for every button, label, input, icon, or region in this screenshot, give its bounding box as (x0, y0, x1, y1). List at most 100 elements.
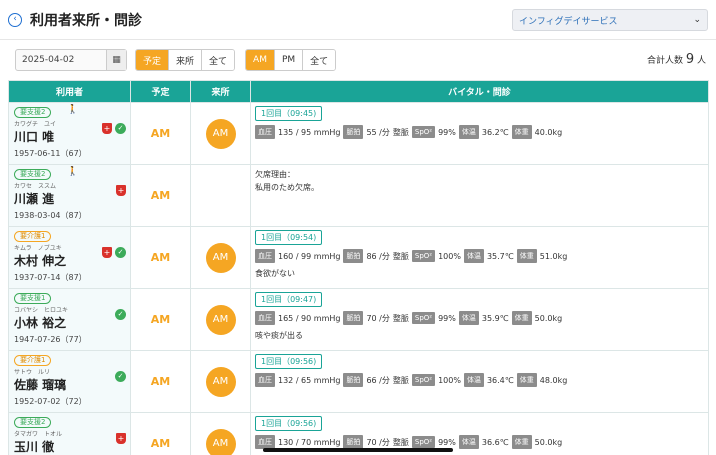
pulse-label: 脈拍 (343, 373, 364, 387)
user-name: 小林 裕之 (14, 316, 67, 330)
vital-cell[interactable]: 欠席理由： 私用のため欠席。 (250, 164, 709, 227)
visit-cell[interactable]: AM (190, 288, 251, 351)
filter-attended[interactable]: 来所 (168, 50, 202, 70)
total-number: 9 (685, 52, 695, 67)
care-level-badge: 要介護1 (14, 231, 52, 242)
pulse-value: 86 /分 (366, 251, 390, 261)
visit-am-button[interactable]: AM (205, 304, 236, 335)
user-cell[interactable]: 要支援2 🚶 カワセ ススム 川瀬 進 1938-03-04（87） + (8, 164, 131, 227)
temp-label: 体温 (458, 311, 479, 325)
visit-time[interactable]: 1回目（09:54) (255, 230, 323, 245)
vital-cell[interactable]: 1回目（09:45) 血圧 135 / 95 mmHg 脈拍 55 /分 整脈 SpO² 99… (250, 102, 709, 165)
rhythm-label: 整脈 (392, 437, 409, 447)
chevron-down-icon: ⌄ (693, 15, 701, 25)
weight-label: 体重 (516, 373, 537, 387)
care-level-badge: 要支援1 (14, 293, 52, 304)
filter-pm[interactable]: PM (273, 50, 303, 70)
visit-cell[interactable]: AM (190, 412, 251, 455)
vital-cell[interactable]: 1回目（09:56) 血圧 132 / 65 mmHg 脈拍 66 /分 整脈 SpO² 10… (250, 350, 709, 413)
user-kana: カワセ ススム (14, 183, 57, 190)
care-level-badge: 要支援2 (14, 417, 52, 428)
user-cell[interactable]: 要介護1 サトウ ルリ 佐藤 瑠璃 1952-07-02（72） ✓ (8, 350, 131, 413)
bp-value: 160 / 99 mmHg (278, 251, 341, 261)
calendar-icon[interactable]: ▦ (106, 50, 126, 70)
facility-select[interactable]: インフィグデイサービス ⌄ (512, 9, 708, 31)
weight-value: 40.0kg (534, 127, 563, 137)
status-filter: 予定 来所 全て (135, 49, 236, 71)
temp-value: 35.9℃ (481, 313, 509, 323)
spo2-value: 99% (438, 437, 456, 447)
table-row[interactable]: 要支援2 🚶 カワセ ススム 川瀬 進 1938-03-04（87） + AM 欠席理由： 私用… (8, 164, 709, 227)
col-user: 利用者 (8, 80, 131, 103)
medical-cross-icon: + (116, 433, 126, 444)
col-vital: バイタル・問診 (250, 80, 709, 103)
user-name: 佐藤 瑠璃 (14, 378, 67, 392)
rhythm-label: 整脈 (392, 313, 409, 323)
visit-cell[interactable]: AM (190, 226, 251, 289)
table-row[interactable]: 要支援1 コバヤシ ヒロユキ 小林 裕之 1947-07-26（77） ✓ AM AM 1回目… (8, 288, 709, 351)
visit-time[interactable]: 1回目（09:45) (255, 106, 323, 121)
page-title: 利用者来所・問診 (30, 12, 142, 29)
vital-line: 血圧 160 / 99 mmHg 脈拍 86 /分 整脈 SpO² 100% 体温 35.7℃ 体… (255, 249, 704, 263)
bp-value: 135 / 95 mmHg (278, 127, 341, 137)
plan-cell: AM (130, 412, 191, 455)
filter-scheduled[interactable]: 予定 (136, 50, 169, 70)
visit-time[interactable]: 1回目（09:56) (255, 416, 323, 431)
check-icon: ✓ (115, 123, 126, 134)
total-count: 合計人数 9 人 (647, 52, 706, 67)
plan-cell: AM (130, 164, 191, 227)
user-cell[interactable]: 要支援1 コバヤシ ヒロユキ 小林 裕之 1947-07-26（77） ✓ (8, 288, 131, 351)
user-dob: 1937-07-14（87） (14, 273, 87, 282)
rhythm-label: 整脈 (392, 127, 409, 137)
col-plan: 予定 (130, 80, 191, 103)
temp-value: 36.4℃ (486, 375, 514, 385)
filter-am[interactable]: AM (246, 50, 274, 70)
check-icon: ✓ (115, 371, 126, 382)
pulse-label: 脈拍 (343, 435, 364, 449)
visit-am-button[interactable]: AM (205, 428, 236, 455)
col-visit: 来所 (190, 80, 251, 103)
table-row[interactable]: 要介護1 キムラ ノブユキ 木村 伸之 1937-07-14（87） + ✓ AM AM 1回目… (8, 226, 709, 289)
plan-cell: AM (130, 350, 191, 413)
filter-all[interactable]: 全て (201, 50, 235, 70)
total-label: 合計人数 (646, 56, 683, 66)
spo2-value: 99% (438, 127, 456, 137)
filter-time-all[interactable]: 全て (302, 50, 336, 70)
spo2-value: 100% (438, 375, 461, 385)
table-row[interactable]: 要支援2 🚶 カワグチ ユイ 川口 唯 1957-06-11（67） + ✓ AM AM 1回目（… (8, 102, 709, 165)
temp-label: 体温 (463, 373, 484, 387)
user-name: 玉川 徹 (14, 440, 55, 454)
bp-value: 132 / 65 mmHg (278, 375, 341, 385)
table-row[interactable]: 要介護1 サトウ ルリ 佐藤 瑠璃 1952-07-02（72） ✓ AM AM 1回目（09… (8, 350, 709, 413)
chevron-left-icon[interactable]: ‹ (8, 12, 22, 27)
weight-value: 48.0kg (539, 375, 568, 385)
spo2-value: 100% (438, 251, 461, 261)
weight-value: 50.0kg (534, 437, 563, 447)
date-picker[interactable]: 2025-04-02 ▦ (15, 49, 127, 71)
time-filter: AM PM 全て (245, 49, 337, 71)
visit-time[interactable]: 1回目（09:47) (255, 292, 323, 307)
spo2-value: 99% (438, 313, 456, 323)
weight-value: 51.0kg (539, 251, 568, 261)
vital-cell[interactable]: 1回目（09:54) 血圧 160 / 99 mmHg 脈拍 86 /分 整脈 SpO² 10… (250, 226, 709, 289)
visit-am-button[interactable]: AM (205, 242, 236, 273)
vital-cell[interactable]: 1回目（09:47) 血圧 165 / 90 mmHg 脈拍 70 /分 整脈 SpO² 99… (250, 288, 709, 351)
visit-am-button[interactable]: AM (205, 366, 236, 397)
visit-cell[interactable]: AM (190, 102, 251, 165)
medical-cross-icon: + (102, 247, 112, 258)
total-unit: 人 (696, 56, 706, 66)
check-icon: ✓ (115, 247, 126, 258)
vital-line: 血圧 165 / 90 mmHg 脈拍 70 /分 整脈 SpO² 99% 体温 35.9℃ 体重… (255, 311, 704, 325)
absence-text: 私用のため欠席。 (255, 183, 319, 192)
user-cell[interactable]: 要支援2 🚶 カワグチ ユイ 川口 唯 1957-06-11（67） + ✓ (8, 102, 131, 165)
spo2-label: SpO² (411, 126, 436, 138)
visit-am-button[interactable]: AM (205, 118, 236, 149)
user-cell[interactable]: 要支援2タマガワ トオル玉川 徹1955-01-06（70）+ (8, 412, 131, 455)
user-cell[interactable]: 要介護1 キムラ ノブユキ 木村 伸之 1937-07-14（87） + ✓ (8, 226, 131, 289)
visit-cell[interactable]: AM (190, 350, 251, 413)
visit-time[interactable]: 1回目（09:56) (255, 354, 323, 369)
check-icon: ✓ (115, 309, 126, 320)
visit-cell[interactable] (190, 164, 251, 227)
temp-value: 36.2℃ (481, 127, 509, 137)
memo-text: 食欲がない (255, 269, 295, 278)
